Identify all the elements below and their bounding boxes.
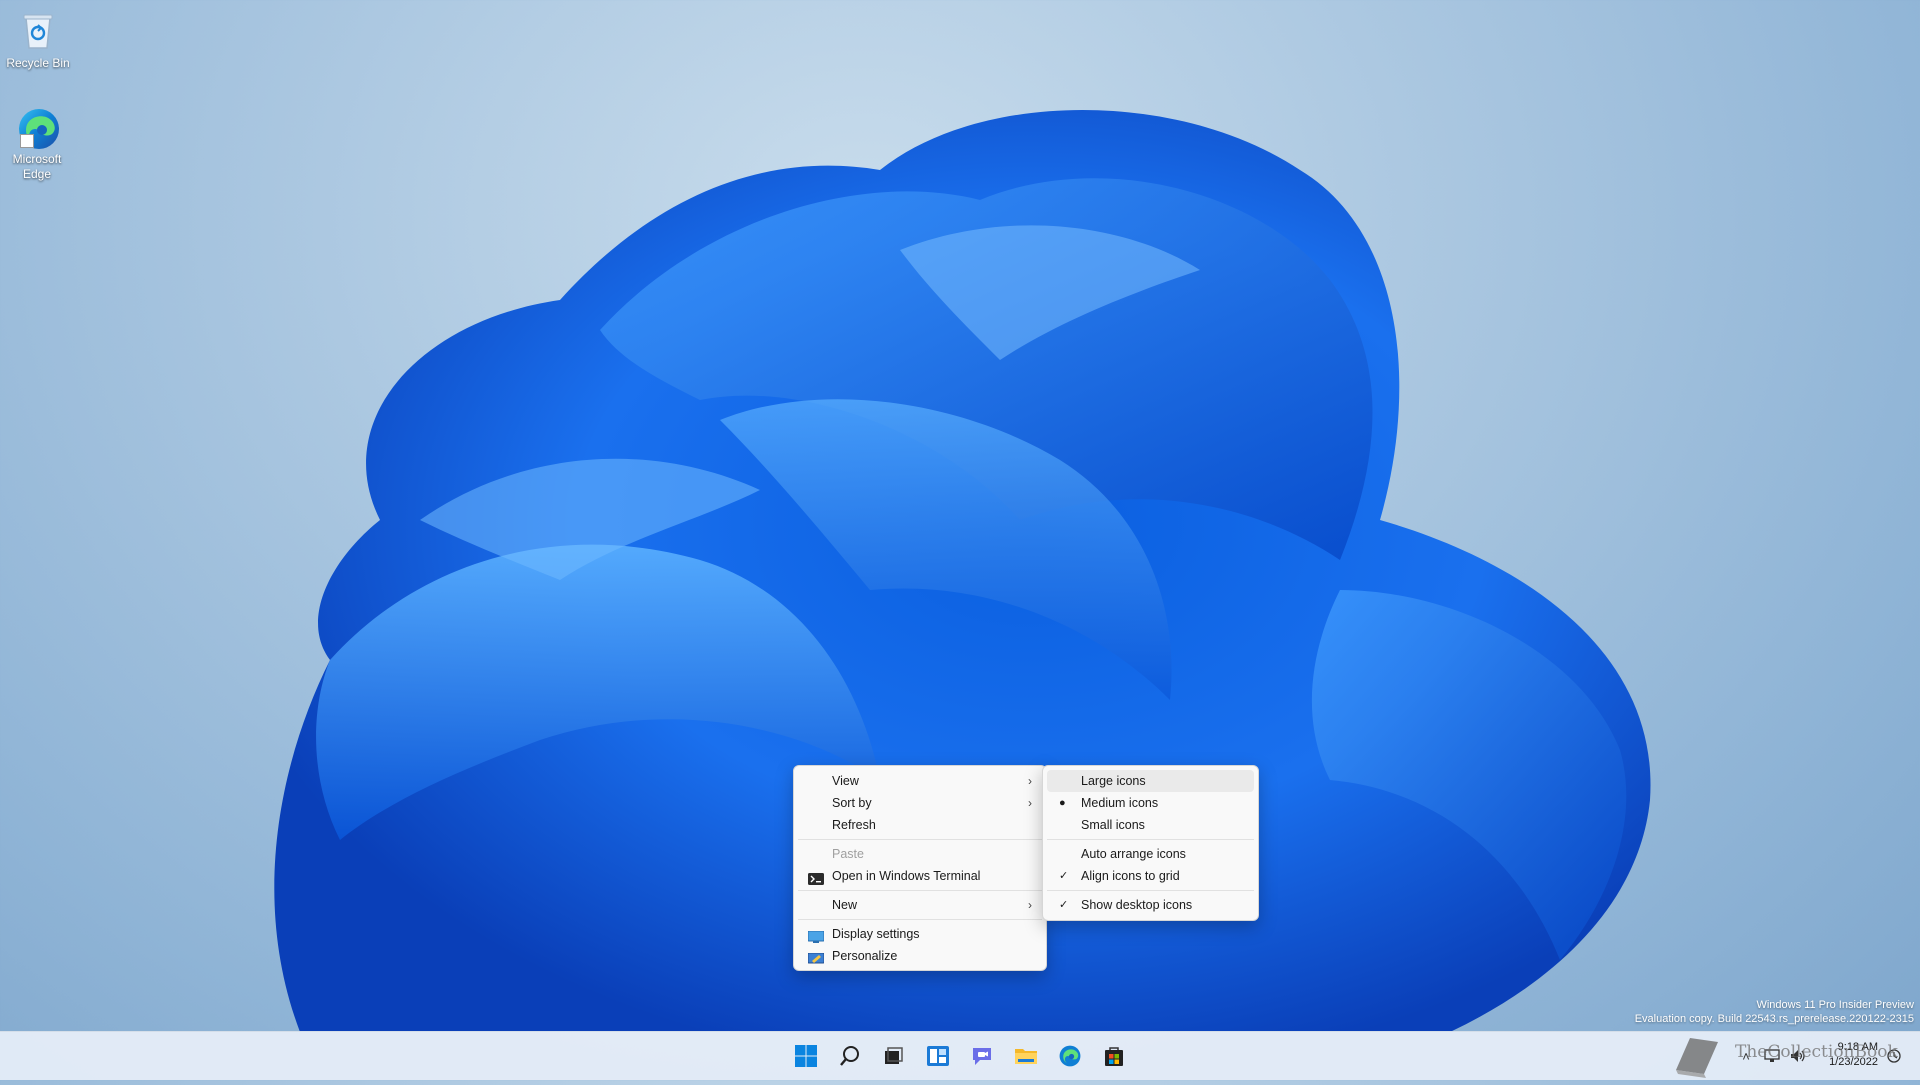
menu-item-label: Show desktop icons: [1081, 898, 1193, 912]
task-view-icon: [885, 1047, 903, 1064]
menu-separator: [798, 839, 1042, 840]
menu-item-label: Refresh: [832, 818, 876, 832]
menu-item-label: Sort by: [832, 796, 872, 810]
menu-separator: [1047, 839, 1254, 840]
edge-taskbar-button[interactable]: [1054, 1040, 1086, 1072]
submenu-item-align-to-grid[interactable]: ✓ Align icons to grid: [1047, 865, 1254, 887]
terminal-icon: [808, 870, 824, 885]
menu-item-open-terminal[interactable]: Open in Windows Terminal: [798, 865, 1042, 887]
menu-separator: [1047, 890, 1254, 891]
task-view-button[interactable]: [877, 1040, 909, 1072]
chevron-right-icon: ›: [1028, 898, 1032, 912]
file-explorer-button[interactable]: [1010, 1040, 1042, 1072]
view-submenu: Large icons ● Medium icons Small icons A…: [1042, 765, 1259, 921]
menu-item-label: Auto arrange icons: [1081, 847, 1186, 861]
submenu-item-auto-arrange[interactable]: Auto arrange icons: [1047, 843, 1254, 865]
menu-separator: [798, 890, 1042, 891]
checkmark-icon: ✓: [1059, 899, 1069, 911]
microsoft-store-icon: [1105, 1047, 1123, 1066]
windows-logo-icon: [795, 1045, 817, 1067]
menu-item-label: View: [832, 774, 859, 788]
widgets-icon: [927, 1046, 949, 1066]
submenu-item-small-icons[interactable]: Small icons: [1047, 814, 1254, 836]
desktop-icon-recycle-bin[interactable]: Recycle Bin: [0, 10, 78, 71]
folder-icon: [1015, 1049, 1037, 1064]
store-button[interactable]: [1098, 1040, 1130, 1072]
teams-chat-icon: [973, 1048, 991, 1065]
book-logo-icon: [1668, 1032, 1724, 1085]
recycle-bin-icon: [17, 10, 59, 52]
watermark-line-2: Evaluation copy. Build 22543.rs_prerelea…: [1634, 1013, 1914, 1025]
search-icon: [840, 1046, 859, 1066]
widgets-button[interactable]: [922, 1040, 954, 1072]
menu-item-view[interactable]: View ›: [798, 770, 1042, 792]
menu-separator: [798, 919, 1042, 920]
menu-item-display-settings[interactable]: Display settings: [798, 923, 1042, 945]
checkmark-icon: ✓: [1059, 870, 1069, 882]
chevron-right-icon: ›: [1028, 774, 1032, 788]
menu-item-label: Align icons to grid: [1081, 869, 1180, 883]
brand-watermark: TheCollectionBook: [1735, 1042, 1898, 1062]
search-button[interactable]: [834, 1040, 866, 1072]
submenu-item-large-icons[interactable]: Large icons: [1047, 770, 1254, 792]
menu-item-refresh[interactable]: Refresh: [798, 814, 1042, 836]
menu-item-personalize[interactable]: Personalize: [798, 945, 1042, 967]
menu-item-label: Display settings: [832, 927, 920, 941]
menu-item-label: Large icons: [1081, 774, 1146, 788]
menu-item-label: Medium icons: [1081, 796, 1159, 810]
menu-item-label: New: [832, 898, 858, 912]
taskbar: ˄ 9:18 AM 1/23/2022: [0, 1031, 1920, 1080]
chat-button[interactable]: [966, 1040, 998, 1072]
desktop-context-menu: View › Sort by › Refresh Paste Open in W…: [793, 765, 1047, 971]
submenu-item-medium-icons[interactable]: ● Medium icons: [1047, 792, 1254, 814]
menu-item-sort-by[interactable]: Sort by ›: [798, 792, 1042, 814]
personalize-icon: [807, 950, 825, 964]
desktop-icon-microsoft-edge[interactable]: Microsoft Edge: [0, 106, 76, 182]
desktop-icon-label: Microsoft Edge: [12, 152, 62, 181]
watermark-line-1: Windows 11 Pro Insider Preview: [1756, 999, 1914, 1011]
menu-item-label: Personalize: [832, 949, 898, 963]
menu-item-paste: Paste: [798, 843, 1042, 865]
start-button[interactable]: [790, 1040, 822, 1072]
menu-item-label: Open in Windows Terminal: [832, 869, 981, 883]
radio-bullet-icon: ●: [1059, 797, 1066, 809]
display-settings-icon: [807, 928, 825, 943]
edge-icon: [16, 106, 59, 149]
evaluation-watermark: Windows 11 Pro Insider Preview Evaluatio…: [1635, 998, 1914, 1026]
menu-item-label: Small icons: [1081, 818, 1145, 832]
submenu-item-show-desktop-icons[interactable]: ✓ Show desktop icons: [1047, 894, 1254, 916]
menu-item-new[interactable]: New ›: [798, 894, 1042, 916]
chevron-right-icon: ›: [1028, 796, 1032, 810]
edge-icon: [1059, 1045, 1081, 1067]
desktop-icon-label: Recycle Bin: [6, 56, 70, 70]
menu-item-label: Paste: [832, 847, 864, 861]
